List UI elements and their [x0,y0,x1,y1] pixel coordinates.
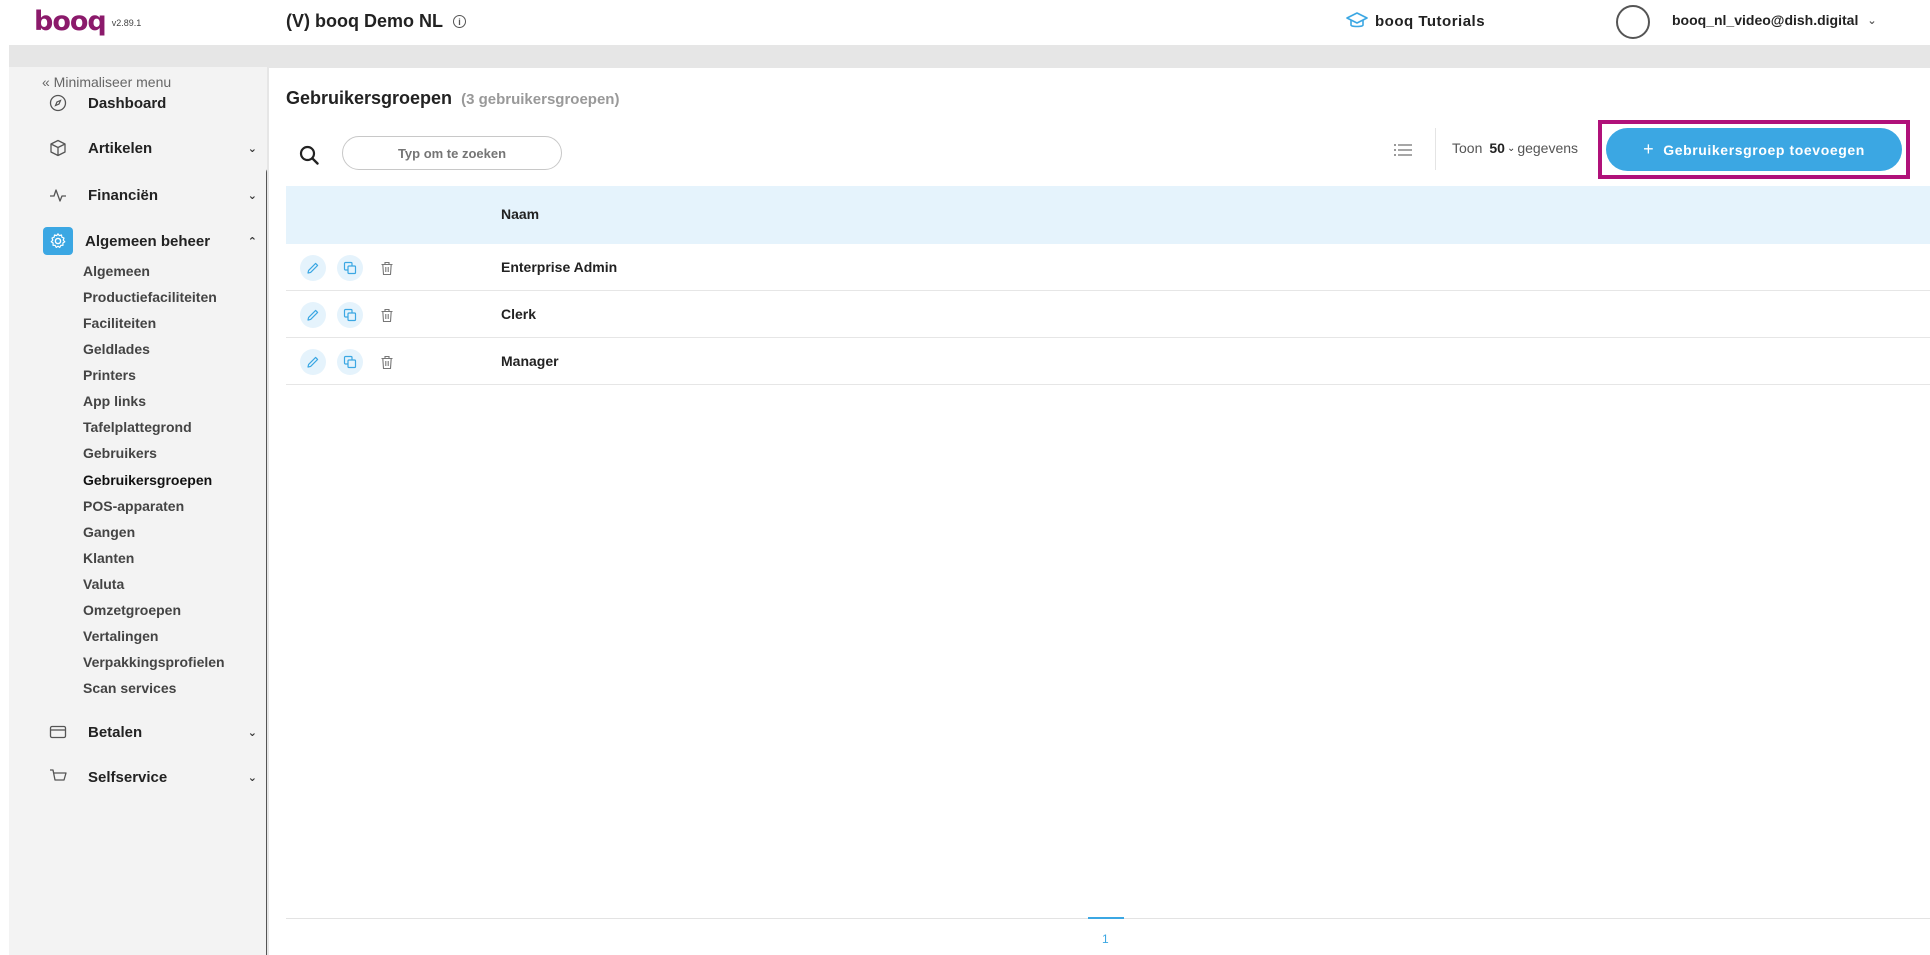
page-title: Gebruikersgroepen (3 gebruikersgroepen) [286,88,619,109]
page-size-value[interactable]: 50 [1489,140,1505,156]
sidebar-item-algemeen-beheer[interactable]: Algemeen beheer ⌃ [43,227,257,255]
avatar[interactable] [1616,5,1650,39]
venue-selector[interactable]: (V) booq Demo NL i [286,11,466,32]
user-menu[interactable]: booq_nl_video@dish.digital ⌄ [1672,12,1877,28]
compass-icon [47,92,69,114]
chevron-down-icon: ⌄ [247,189,257,202]
edit-icon[interactable] [300,302,326,328]
sidebar-subitem-vertalingen[interactable]: Vertalingen [83,628,158,644]
row-name: Manager [501,353,559,369]
sidebar: « Minimaliseer menu Dashboard Artikelen … [9,67,267,955]
edit-icon[interactable] [300,349,326,375]
sidebar-item-label: Selfservice [88,768,168,786]
sidebar-subitem-gangen[interactable]: Gangen [83,524,135,540]
sidebar-item-label: Artikelen [88,139,153,157]
user-email: booq_nl_video@dish.digital [1672,12,1859,28]
record-count: (3 gebruikersgroepen) [461,91,620,108]
current-page-indicator [1088,917,1124,919]
sidebar-item-label: Betalen [88,723,143,741]
search-input[interactable] [342,136,562,170]
chevron-down-icon: ⌄ [1867,14,1877,27]
logo-text: booq [34,6,107,37]
sidebar-subitem-pos-apparaten[interactable]: POS-apparaten [83,498,184,514]
column-header-naam[interactable]: Naam [501,206,539,222]
info-icon[interactable]: i [452,15,466,28]
minimize-menu-button[interactable]: « Minimaliseer menu [42,74,171,90]
page-size-prefix: Toon [1452,140,1483,156]
page-size-suffix: gegevens [1517,140,1579,156]
page-title-text: Gebruikersgroepen [286,88,453,108]
sidebar-item-label: Algemeen beheer [85,232,211,250]
toolbar-divider [1435,128,1436,170]
chevron-down-icon: ⌄ [247,726,257,739]
chevron-down-icon: ⌄ [247,142,257,155]
venue-name: (V) booq Demo NL [286,11,443,31]
list-view-icon[interactable] [1393,142,1413,158]
sidebar-item-selfservice[interactable]: Selfservice ⌄ [47,766,257,788]
chevron-up-icon: ⌃ [247,235,257,248]
box-icon [47,137,69,159]
sidebar-subitem-gebruikersgroepen[interactable]: Gebruikersgroepen [83,472,212,488]
sidebar-item-dashboard[interactable]: Dashboard [47,92,257,114]
sidebar-item-financien[interactable]: Financiën ⌄ [47,184,257,206]
sidebar-subitem-valuta[interactable]: Valuta [83,576,124,592]
tutorials-link[interactable]: booq Tutorials [1346,12,1485,30]
sidebar-item-label: Dashboard [88,94,167,112]
search-icon[interactable] [299,145,319,165]
trash-icon[interactable] [374,255,400,281]
add-user-group-button[interactable]: + Gebruikersgroep toevoegen [1606,128,1902,171]
trash-icon[interactable] [374,302,400,328]
row-name: Clerk [501,306,537,322]
sidebar-subitem-algemeen[interactable]: Algemeen [83,263,150,279]
graduation-cap-icon [1346,12,1368,28]
cart-icon [47,766,69,788]
sidebar-subitem-faciliteiten[interactable]: Faciliteiten [83,315,156,331]
sidebar-subitem-productiefaciliteiten[interactable]: Productiefaciliteiten [83,289,217,305]
booq-logo[interactable]: booq v2.89.1 [34,7,141,37]
sidebar-subitem-scan-services[interactable]: Scan services [83,680,176,696]
trash-icon[interactable] [374,349,400,375]
row-actions [300,302,411,328]
add-button-label: Gebruikersgroep toevoegen [1663,141,1865,158]
main-panel: Gebruikersgroepen (3 gebruikersgroepen) … [269,68,1930,955]
edit-icon[interactable] [300,255,326,281]
chevron-down-icon: ⌄ [1506,142,1516,154]
sidebar-subitem-tafelplattegrond[interactable]: Tafelplattegrond [83,419,192,435]
sidebar-scrollbar[interactable] [266,167,267,955]
duplicate-icon[interactable] [337,349,363,375]
plus-icon: + [1643,139,1655,159]
page-size-selector[interactable]: Toon 50 ⌄ gegevens [1452,140,1578,156]
sidebar-subitem-gebruikers[interactable]: Gebruikers [83,445,157,461]
row-name: Enterprise Admin [501,259,618,275]
chevron-down-icon: ⌄ [247,771,257,784]
sidebar-subitem-klanten[interactable]: Klanten [83,550,134,566]
pulse-icon [47,184,69,206]
table-header: Naam [286,186,1930,244]
table-row[interactable]: Manager [286,338,1930,385]
sidebar-subitem-geldlades[interactable]: Geldlades [83,341,150,357]
app-version: v2.89.1 [111,18,142,28]
pagination-page-1[interactable]: 1 [1102,932,1109,946]
sidebar-subitem-omzetgroepen[interactable]: Omzetgroepen [83,602,181,618]
gear-icon [43,227,73,255]
sidebar-subitem-verpakkingsprofielen[interactable]: Verpakkingsprofielen [83,654,225,670]
sidebar-item-betalen[interactable]: Betalen ⌄ [47,721,257,743]
table-row[interactable]: Clerk [286,291,1930,338]
tutorials-label: booq Tutorials [1375,12,1486,30]
duplicate-icon[interactable] [337,302,363,328]
card-icon [47,721,69,743]
row-actions [300,255,411,281]
row-actions [300,349,411,375]
top-bar: booq v2.89.1 (V) booq Demo NL i booq Tut… [0,0,1930,45]
sidebar-item-artikelen[interactable]: Artikelen ⌄ [47,137,257,159]
sidebar-item-label: Financiën [88,186,159,204]
sidebar-subitem-app-links[interactable]: App links [83,393,146,409]
sidebar-subitem-printers[interactable]: Printers [83,367,136,383]
duplicate-icon[interactable] [337,255,363,281]
table-row[interactable]: Enterprise Admin [286,244,1930,291]
